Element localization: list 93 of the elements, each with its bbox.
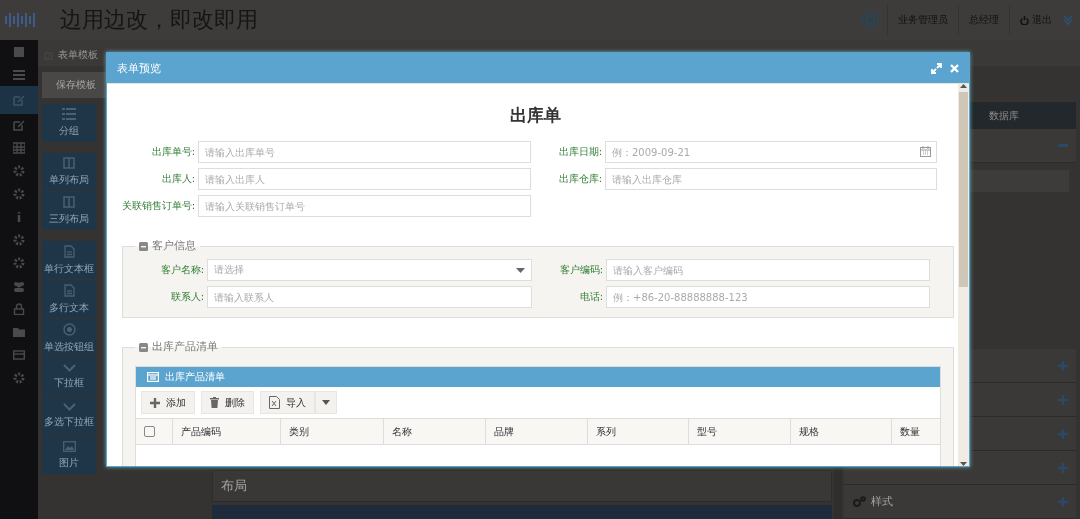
section-legend[interactable]: 客户信息 xyxy=(135,239,200,253)
input-field[interactable]: 请输入出库单号 xyxy=(198,141,531,163)
section-legend[interactable]: 出库产品清单 xyxy=(135,340,222,354)
layout-row: 布局 xyxy=(212,470,832,502)
lock-icon[interactable] xyxy=(13,303,25,315)
toolbar-button[interactable]: 删除 xyxy=(201,391,254,414)
column-header[interactable]: 类别 xyxy=(281,419,384,444)
expand-icon xyxy=(931,62,942,74)
column-header[interactable]: 数量 xyxy=(892,419,928,444)
file-icon xyxy=(63,283,75,297)
settings-icon[interactable] xyxy=(13,234,25,246)
column-header[interactable]: 型号 xyxy=(689,419,791,444)
grid-icon[interactable] xyxy=(13,46,25,58)
section-header[interactable]: 样式 xyxy=(852,494,1052,509)
field-label: 客户名称: xyxy=(159,263,204,277)
caret-icon xyxy=(322,400,330,405)
chevron-icon xyxy=(62,364,76,372)
palette-item[interactable]: 三列布局 xyxy=(42,192,96,230)
dropdown-button[interactable] xyxy=(315,391,337,414)
gears-icon xyxy=(852,495,866,508)
plus-icon[interactable] xyxy=(1058,394,1068,405)
edit-icon[interactable] xyxy=(13,119,25,131)
caret-icon xyxy=(516,267,525,273)
palette-item[interactable]: 多行文本 xyxy=(42,280,96,318)
palette-item[interactable]: 多选下拉框 xyxy=(42,397,96,435)
card-icon[interactable] xyxy=(13,349,25,361)
columns-icon xyxy=(63,196,75,208)
column-header[interactable]: 产品编码 xyxy=(173,419,281,444)
field-label: 出库人: xyxy=(160,172,195,186)
settings-icon[interactable] xyxy=(13,188,25,200)
field-label: 联系人: xyxy=(169,290,204,304)
close-icon xyxy=(950,63,959,73)
table-icon xyxy=(147,372,159,382)
edit-icon[interactable] xyxy=(13,94,25,106)
palette-item[interactable]: 单行文本框 xyxy=(42,241,96,279)
settings-icon[interactable] xyxy=(13,165,25,177)
logo-icon xyxy=(4,11,38,29)
column-header[interactable]: 品牌 xyxy=(486,419,588,444)
image-icon xyxy=(62,440,76,452)
toolbar-button[interactable]: 导入 xyxy=(260,391,315,414)
palette-item[interactable]: 分组 xyxy=(42,104,96,142)
list-icon xyxy=(62,108,76,120)
plus-icon[interactable] xyxy=(1058,496,1068,507)
input-field[interactable]: 请输入关联销售订单号 xyxy=(198,195,531,217)
input-field[interactable]: 请输入出库人 xyxy=(198,168,531,190)
settings-icon[interactable] xyxy=(13,372,25,384)
calendar-icon xyxy=(920,146,931,157)
settings-icon[interactable] xyxy=(859,9,881,31)
column-header[interactable]: 规格 xyxy=(791,419,892,444)
close-button[interactable] xyxy=(948,63,961,73)
trash-icon xyxy=(210,397,219,408)
file-icon xyxy=(63,244,75,258)
toolbar-button[interactable]: 添加 xyxy=(141,391,195,414)
menu-icon[interactable] xyxy=(13,69,25,81)
field-label: 关联销售订单号: xyxy=(120,199,195,213)
palette-item[interactable]: 单选按钮组 xyxy=(42,319,96,357)
settings-icon[interactable] xyxy=(13,257,25,269)
maximize-button[interactable] xyxy=(929,62,944,74)
form-title: 出库单 xyxy=(508,104,562,127)
double-chevron-icon[interactable] xyxy=(1062,14,1074,26)
field-label: 客户编码: xyxy=(558,263,603,277)
date-field[interactable]: 例：2009-09-21 xyxy=(605,141,937,163)
table-icon[interactable] xyxy=(13,142,25,154)
folder-icon[interactable] xyxy=(13,326,25,338)
input-field[interactable]: 例：+86-20-88888888-123 xyxy=(606,286,930,308)
plus-icon[interactable] xyxy=(1058,462,1068,473)
plus-icon[interactable] xyxy=(1058,360,1068,371)
input-field[interactable]: 请输入出库仓库 xyxy=(605,168,937,190)
field-label: 出库日期: xyxy=(557,145,602,159)
spreadsheet-file-icon xyxy=(269,396,280,409)
columns-icon xyxy=(63,157,75,169)
palette-item[interactable]: 下拉框 xyxy=(42,358,96,396)
column-header[interactable]: 名称 xyxy=(384,419,486,444)
chevron-icon xyxy=(62,403,76,411)
palette-item[interactable]: 单列布局 xyxy=(42,153,96,191)
field-label: 出库单号: xyxy=(150,145,195,159)
field-label: 出库仓库: xyxy=(557,172,602,186)
grid-title: 出库产品清单 xyxy=(165,370,225,384)
column-header[interactable]: 系列 xyxy=(588,419,689,444)
radio-icon xyxy=(62,322,76,336)
users-icon[interactable] xyxy=(13,280,25,292)
palette-item[interactable]: 图片 xyxy=(42,436,96,474)
power-icon xyxy=(1020,15,1029,25)
input-field[interactable]: 请输入联系人 xyxy=(207,286,532,308)
plus-icon xyxy=(150,397,160,408)
dialog-title: 表单预览 xyxy=(117,60,162,76)
checkbox[interactable] xyxy=(144,426,155,437)
plus-icon[interactable] xyxy=(1058,428,1068,439)
scrollbar-thumb[interactable] xyxy=(959,92,968,287)
scroll-down-icon[interactable] xyxy=(960,462,967,466)
field-label: 电话: xyxy=(578,290,603,304)
tab[interactable]: 表单模板 xyxy=(42,44,100,66)
input-field[interactable]: 请输入客户编码 xyxy=(606,259,930,281)
